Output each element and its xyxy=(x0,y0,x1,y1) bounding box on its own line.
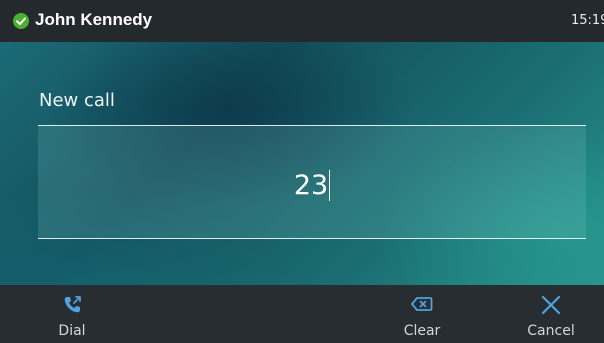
dial-softkey[interactable]: Dial xyxy=(22,285,122,343)
clock: 15:19 xyxy=(571,13,604,28)
status-bar: John Kennedy 15:19 xyxy=(0,0,604,42)
dialed-number: 23 xyxy=(293,170,329,201)
account-name: John Kennedy xyxy=(35,10,153,29)
page-title: New call xyxy=(39,90,115,111)
cancel-label: Cancel xyxy=(527,323,575,339)
dial-label: Dial xyxy=(58,323,86,339)
backspace-icon xyxy=(410,294,434,318)
phone-screen: John Kennedy 15:19 New call 23 Dial xyxy=(0,0,604,343)
available-status-icon xyxy=(13,13,29,29)
dial-number-input[interactable]: 23 xyxy=(38,125,586,239)
clear-label: Clear xyxy=(403,323,441,339)
close-icon xyxy=(540,294,562,320)
phone-icon xyxy=(61,294,83,320)
text-caret xyxy=(329,170,331,201)
softkey-bar: Dial Clear Cancel xyxy=(0,285,604,343)
clear-softkey[interactable]: Clear xyxy=(372,285,472,343)
cancel-softkey[interactable]: Cancel xyxy=(501,285,601,343)
